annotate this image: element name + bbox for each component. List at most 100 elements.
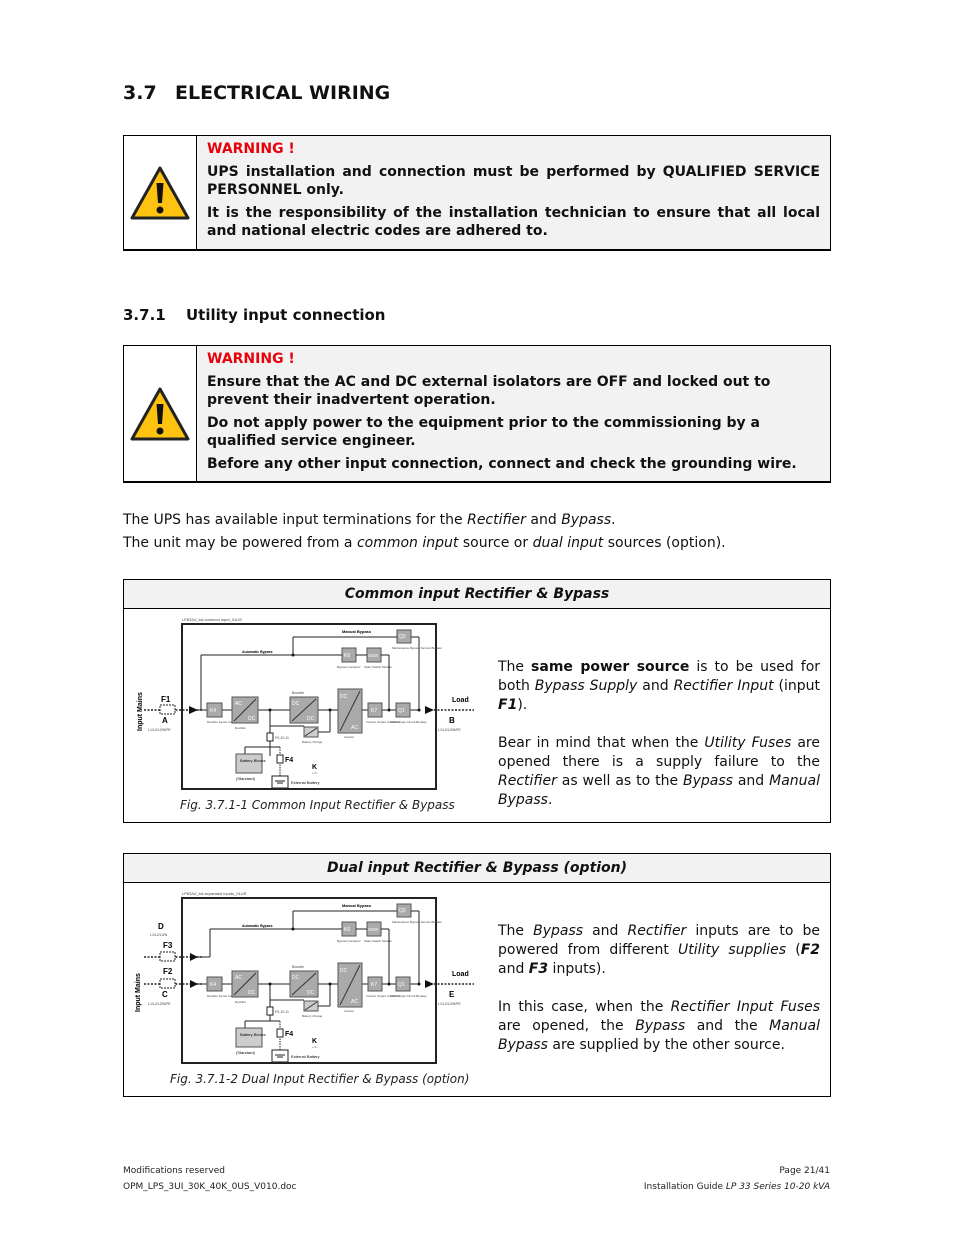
text: and the bbox=[685, 1018, 770, 1034]
text-italic: Rectifier bbox=[627, 923, 687, 939]
warning-paragraph: Before any other input connection, conne… bbox=[207, 455, 797, 472]
text-italic: Bypass bbox=[682, 773, 733, 789]
text-italic: LP 33 Series 10-20 kVA bbox=[725, 1182, 830, 1192]
battery-blocks bbox=[235, 1027, 263, 1048]
k6-desc: Bypass Contactor bbox=[337, 939, 361, 943]
inverter-label: Inverter bbox=[344, 1009, 354, 1013]
text: Bear in mind that when the bbox=[498, 735, 705, 751]
rectifier-label: Rectifier bbox=[235, 1000, 246, 1004]
text: Installation Guide bbox=[643, 1182, 726, 1192]
warning-title: WARNING ! bbox=[207, 141, 295, 157]
input-mains-label: Input Mains bbox=[135, 973, 142, 1012]
fuse-f1 bbox=[159, 704, 176, 715]
boost-dc2: DC bbox=[307, 990, 315, 996]
terminal-e: E bbox=[449, 990, 455, 999]
fuse-f3 bbox=[159, 951, 176, 962]
text-bold: same power source bbox=[531, 659, 690, 675]
text: sources (option). bbox=[603, 535, 726, 551]
text: . bbox=[611, 512, 616, 528]
section-heading: 3.7 ELECTRICAL WIRING bbox=[123, 82, 390, 104]
inv-ac: AC bbox=[351, 725, 358, 731]
inv-ac: AC bbox=[351, 999, 358, 1005]
k4-label: K4 bbox=[210, 982, 216, 988]
text-bold-italic: F1 bbox=[498, 697, 518, 713]
figure-common-input: Common input Rectifier & Bypass LP833U_b… bbox=[123, 579, 831, 823]
k6-label: K6 bbox=[344, 653, 350, 659]
text-italic: Rectifier bbox=[467, 512, 526, 528]
warning-triangle-icon bbox=[130, 387, 190, 440]
fuse-f2 bbox=[159, 978, 176, 989]
text: inputs). bbox=[548, 961, 606, 977]
ssm-desc: Static Switch Module bbox=[364, 665, 392, 669]
k7-label: K7 bbox=[371, 708, 377, 714]
text: ( bbox=[786, 942, 801, 958]
load-label: Load bbox=[452, 697, 469, 704]
subsection-heading: 3.7.1 Utility input connection bbox=[123, 306, 386, 324]
q2-desc: Maintenance Bypass Service Breaker bbox=[392, 920, 442, 924]
automatic-bypass-label: Automatic Bypass bbox=[242, 924, 273, 928]
k-label: K bbox=[312, 764, 317, 771]
k-sub-label: + 0 - bbox=[312, 1045, 318, 1049]
text: The bbox=[498, 923, 534, 939]
text: and bbox=[637, 678, 674, 694]
battery-blocks bbox=[235, 753, 263, 774]
footer-right-2: Installation Guide LP 33 Series 10-20 kV… bbox=[644, 1182, 830, 1192]
rect-dc: DC bbox=[248, 990, 256, 996]
text-italic: Bypass bbox=[561, 512, 612, 528]
description-paragraph-1: The same power source is to be used for … bbox=[498, 658, 820, 715]
text: are supplied by the other source. bbox=[547, 1037, 785, 1053]
terminal-d-spec: L1/L2/L3/N bbox=[150, 933, 168, 937]
warning-triangle-icon bbox=[130, 166, 190, 219]
figure-body: LP833U_bd-common input_01US Input Mains … bbox=[124, 609, 830, 822]
fuse-f4 bbox=[276, 1028, 284, 1038]
load-label: Load bbox=[452, 971, 469, 978]
fuse-f1-label: F1 bbox=[161, 695, 171, 704]
warning-icon-cell bbox=[124, 136, 197, 249]
battery-label: Battery Blocks bbox=[240, 758, 266, 763]
block-diagram-dual: LP833U_bd-separated inputs_01US Input Ma… bbox=[135, 891, 474, 1064]
text-bold-italic: F3 bbox=[528, 961, 549, 977]
terminal-c-spec: L1/L2/L3/N/PE bbox=[148, 1002, 171, 1006]
warning-paragraph: UPS installation and connection must be … bbox=[207, 163, 820, 199]
rect-dc: DC bbox=[248, 716, 256, 722]
description-paragraph-2: In this case, when the Rectifier Input F… bbox=[498, 998, 820, 1055]
text: and bbox=[525, 512, 562, 528]
battery-fuse-label: F9-10-11 bbox=[275, 1010, 289, 1014]
text-italic: common input bbox=[356, 535, 459, 551]
intro-line-2: The unit may be powered from a common in… bbox=[123, 532, 726, 555]
terminal-c: C bbox=[162, 990, 168, 999]
k7-label: K7 bbox=[371, 982, 377, 988]
section-title: ELECTRICAL WIRING bbox=[175, 82, 391, 104]
inverter-label: Inverter bbox=[344, 735, 354, 739]
figure-description: The Bypass and Rectifier inputs are to b… bbox=[498, 922, 820, 1074]
k4-label: K4 bbox=[210, 708, 216, 714]
text-italic: Bypass bbox=[533, 923, 584, 939]
text-italic: Rectifier Input bbox=[673, 678, 774, 694]
battery-std-label: (Standard) bbox=[236, 776, 256, 781]
footer-left-2: OPM_LPS_3UI_30K_40K_0US_V010.doc bbox=[123, 1182, 297, 1192]
charger-label: Battery Charge bbox=[302, 1014, 323, 1018]
figure-caption: Fig. 3.7.1-1 Common Input Rectifier & By… bbox=[180, 798, 455, 812]
q1-desc: UPS Output Circuit Breaker bbox=[390, 720, 427, 724]
text-italic: Rectifier bbox=[498, 773, 557, 789]
warning-icon-cell bbox=[124, 346, 197, 481]
k6-desc: Bypass Contactor bbox=[337, 665, 361, 669]
external-battery-icon bbox=[271, 775, 289, 789]
terminal-b-spec: L1/L2/L3/N/PE bbox=[438, 728, 461, 732]
text: . bbox=[547, 792, 553, 808]
text: are opened, the bbox=[498, 1018, 636, 1034]
figure-header: Common input Rectifier & Bypass bbox=[124, 580, 830, 609]
k-label: K bbox=[312, 1038, 317, 1045]
warning-title: WARNING ! bbox=[207, 351, 295, 367]
fuse-f2-label: F2 bbox=[163, 967, 173, 976]
battery-fuse bbox=[266, 1006, 274, 1016]
text: The bbox=[498, 659, 532, 675]
terminal-a-spec: L1/L2/L3/N/PE bbox=[148, 728, 171, 732]
k6-label: K6 bbox=[344, 927, 350, 933]
text-italic: dual input bbox=[532, 535, 604, 551]
boost-dc2: DC bbox=[307, 716, 315, 722]
intro-line-1: The UPS has available input terminations… bbox=[123, 509, 726, 532]
terminal-e-spec: L1/L2/L3/N/PE bbox=[438, 1002, 461, 1006]
subsection-number: 3.7.1 bbox=[123, 306, 166, 324]
input-mains-label: Input Mains bbox=[137, 692, 144, 731]
